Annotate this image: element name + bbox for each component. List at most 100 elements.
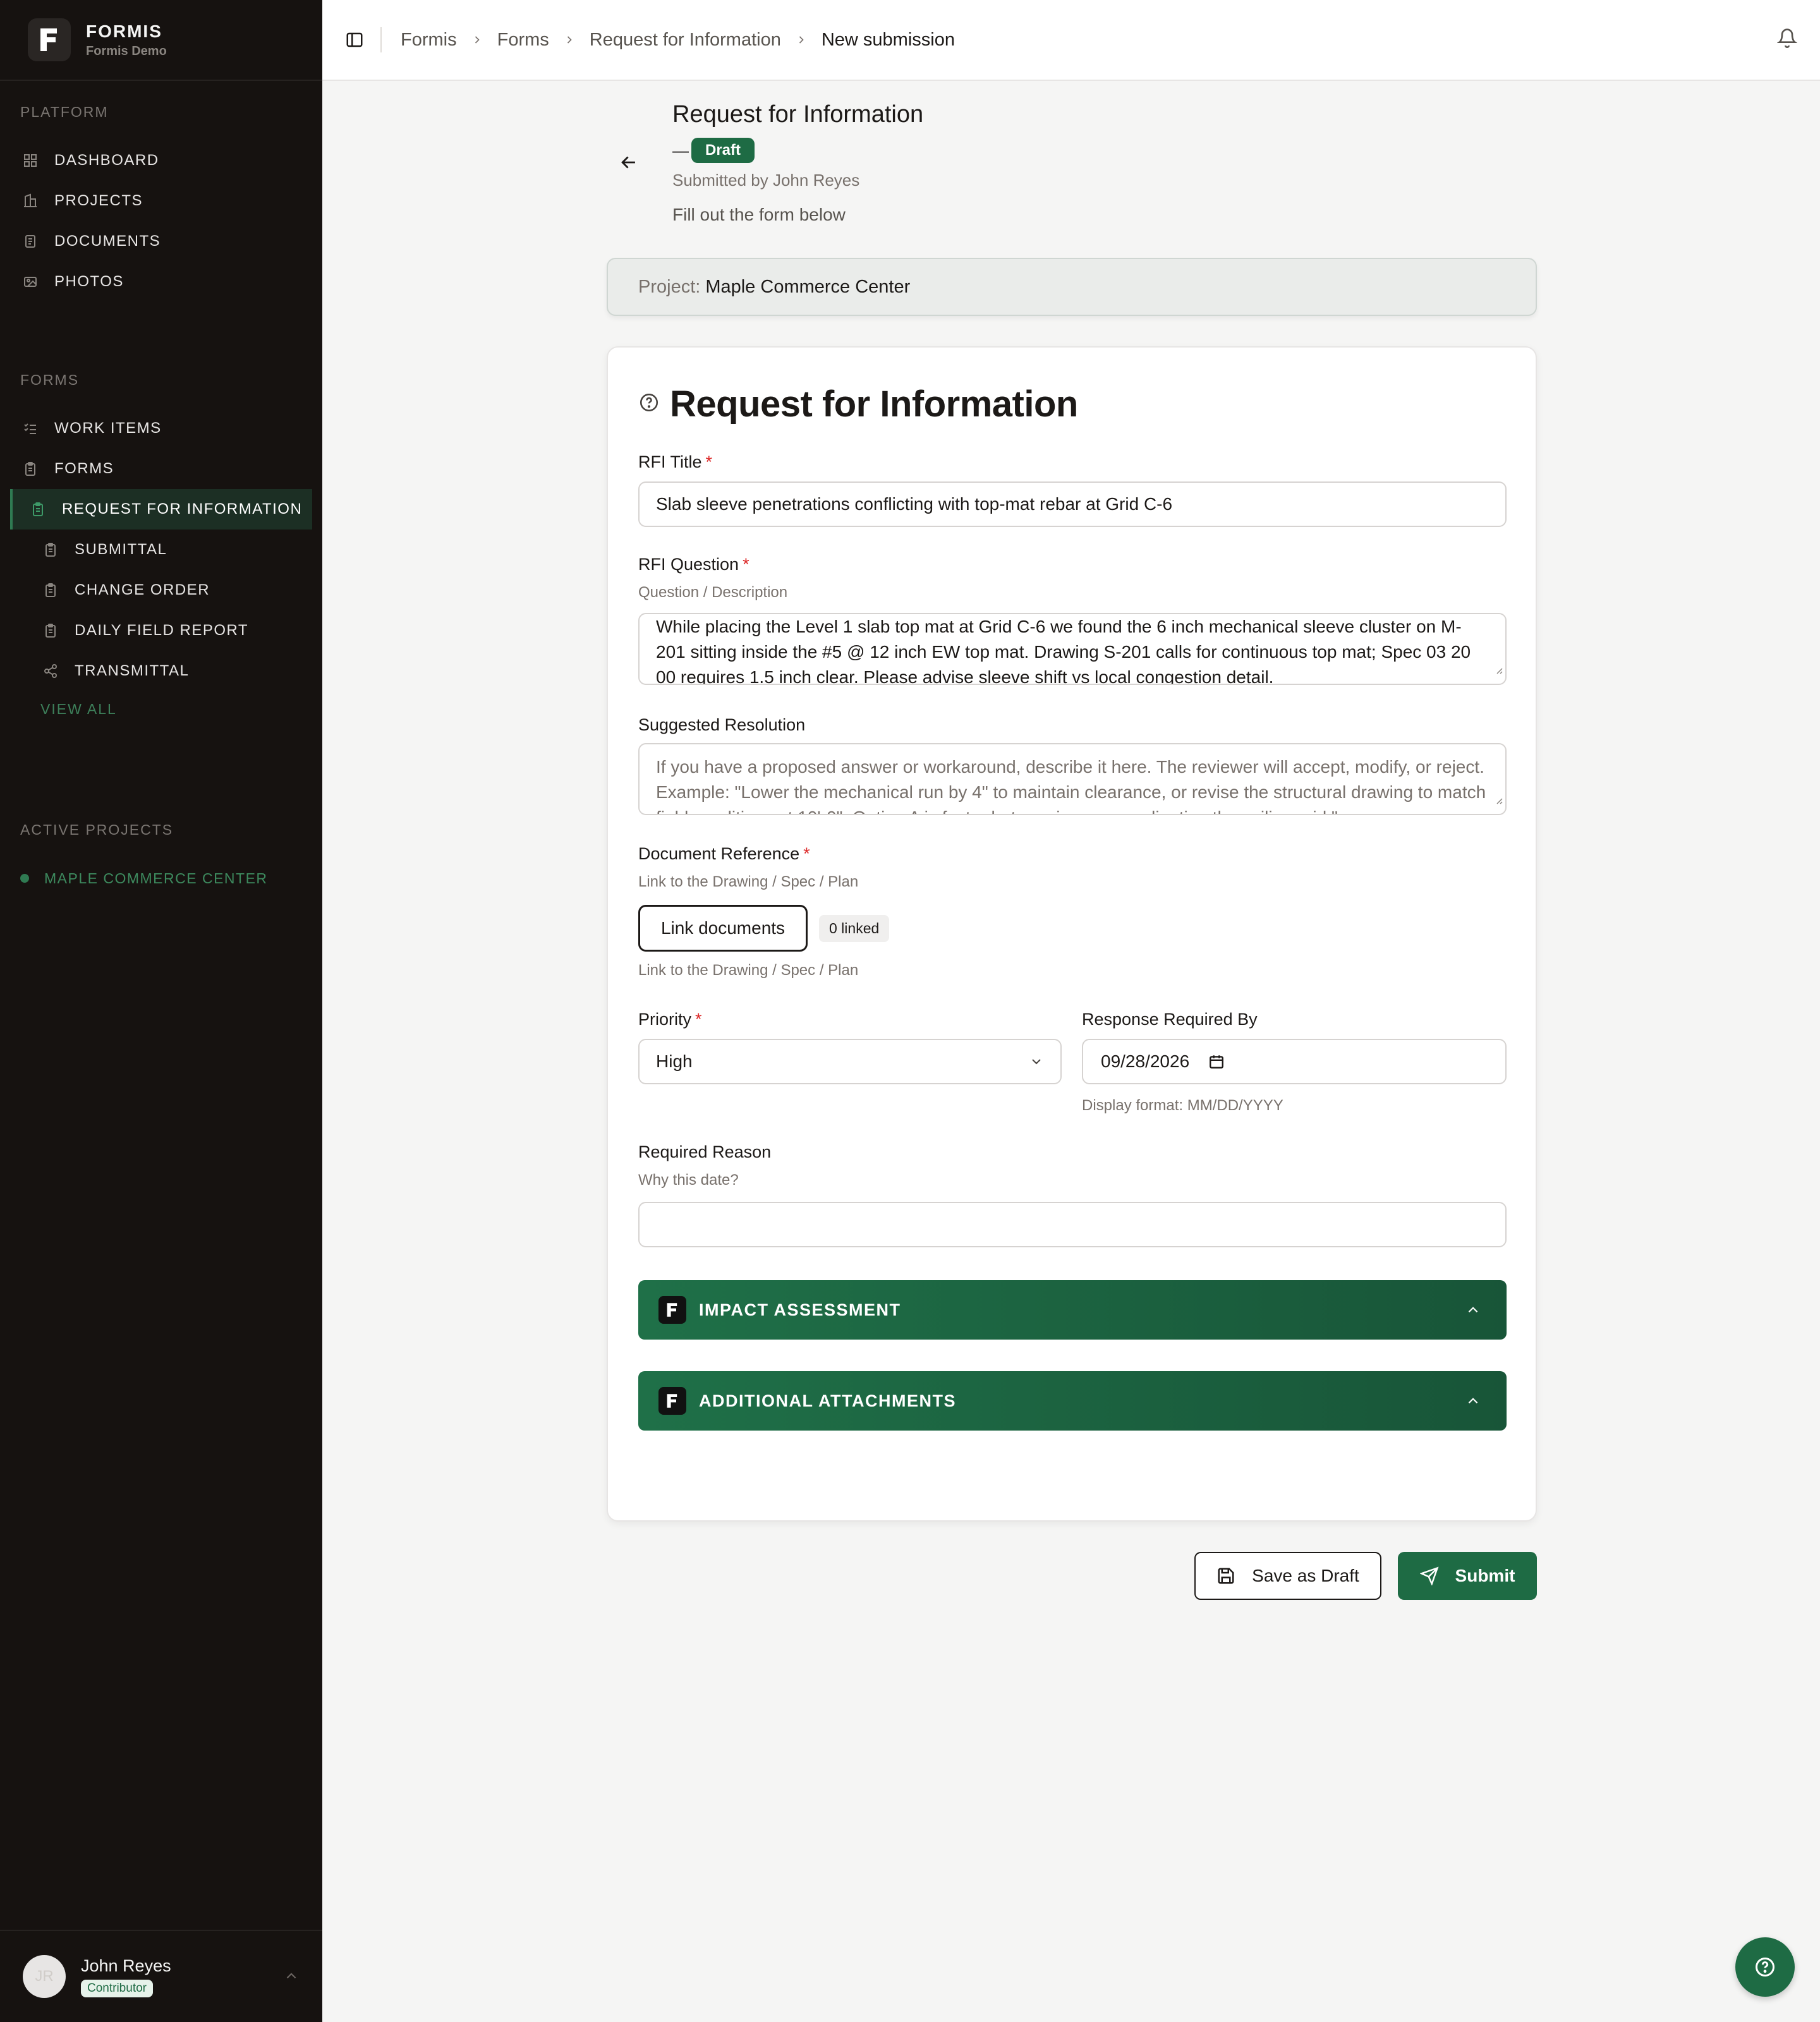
- clipboard-icon: [29, 500, 47, 518]
- rfi-question-textarea[interactable]: While placing the Level 1 slab top mat a…: [638, 613, 1507, 685]
- list-check-icon: [21, 420, 39, 437]
- suggested-resolution-textarea[interactable]: If you have a proposed answer or workaro…: [638, 743, 1507, 815]
- sidebar-item-work-items[interactable]: WORK ITEMS: [0, 408, 322, 449]
- document-reference-hint-below: Link to the Drawing / Spec / Plan: [638, 962, 859, 979]
- project-context-bar: Project: Maple Commerce Center: [607, 258, 1537, 316]
- breadcrumb-request-for-information[interactable]: Request for Information: [590, 30, 781, 51]
- sidebar-item-label: PHOTOS: [54, 273, 124, 290]
- form-header: Request for Information: [638, 383, 1078, 425]
- chevron-right-icon: [563, 33, 576, 46]
- photos-icon: [21, 273, 39, 291]
- sidebar-item-label: CHANGE ORDER: [75, 581, 210, 598]
- rfi-title-label: RFI Title *: [638, 452, 713, 471]
- rfi-question-hint: Question / Description: [638, 584, 788, 601]
- sidebar-toggle-icon[interactable]: [345, 30, 364, 49]
- impact-assessment-section[interactable]: IMPACT ASSESSMENT: [638, 1280, 1507, 1340]
- chevron-up-icon: [283, 1968, 300, 1987]
- sidebar-item-transmittal[interactable]: TRANSMITTAL: [0, 651, 322, 691]
- linked-count-badge: 0 linked: [819, 915, 890, 942]
- resize-grip-icon[interactable]: [1494, 656, 1503, 681]
- sidebar: FORMIS Formis Demo PLATFORM DASHBOARD PR…: [0, 0, 322, 2022]
- brand-name: FORMIS: [86, 21, 162, 41]
- rfi-question-label: RFI Question *: [638, 555, 749, 574]
- document-reference-hint: Link to the Drawing / Spec / Plan: [638, 873, 859, 890]
- question-circle-icon: [638, 392, 660, 416]
- document-reference-label: Document Reference *: [638, 844, 810, 863]
- formis-logo-icon: [658, 1387, 686, 1415]
- project-label: Project:: [638, 276, 701, 297]
- form-title: Request for Information: [670, 384, 1078, 425]
- user-role-badge: Contributor: [81, 1979, 153, 1997]
- sidebar-item-documents[interactable]: DOCUMENTS: [0, 221, 322, 262]
- breadcrumb-forms[interactable]: Forms: [497, 30, 549, 51]
- clipboard-icon: [42, 541, 59, 559]
- chevron-up-icon: [1465, 1393, 1481, 1412]
- user-menu[interactable]: JR John Reyes Contributor: [0, 1930, 322, 2022]
- brand[interactable]: FORMIS Formis Demo: [0, 0, 322, 81]
- sidebar-item-label: DAILY FIELD REPORT: [75, 622, 249, 639]
- additional-attachments-section[interactable]: ADDITIONAL ATTACHMENTS: [638, 1371, 1507, 1431]
- save-icon: [1216, 1566, 1235, 1585]
- question-circle-icon: [1754, 1956, 1776, 1978]
- required-reason-label: Required Reason: [638, 1142, 772, 1161]
- status-dash: —: [672, 140, 689, 160]
- sidebar-project-maple-commerce-center[interactable]: MAPLE COMMERCE CENTER: [0, 858, 322, 899]
- platform-section-label: PLATFORM: [20, 104, 109, 120]
- breadcrumb: Formis Forms Request for Information New…: [401, 30, 955, 51]
- sidebar-item-dashboard[interactable]: DASHBOARD: [0, 140, 322, 181]
- chevron-right-icon: [471, 33, 483, 46]
- response-required-by-input[interactable]: 09/28/2026: [1082, 1039, 1507, 1084]
- avatar: JR: [23, 1955, 66, 1998]
- breadcrumb-formis[interactable]: Formis: [401, 30, 457, 51]
- submit-button[interactable]: Submit: [1398, 1552, 1537, 1600]
- priority-value: High: [656, 1051, 693, 1071]
- priority-select[interactable]: High: [638, 1039, 1062, 1084]
- submitted-by: Submitted by John Reyes: [672, 171, 860, 190]
- section-title: IMPACT ASSESSMENT: [699, 1300, 901, 1319]
- sidebar-item-label: DASHBOARD: [54, 152, 159, 169]
- link-documents-button[interactable]: Link documents: [638, 905, 808, 952]
- sidebar-item-label: FORMS: [54, 460, 114, 477]
- share-icon: [42, 662, 59, 680]
- help-button[interactable]: [1735, 1937, 1795, 1997]
- required-reason-input[interactable]: [638, 1202, 1507, 1247]
- sidebar-item-request-for-information[interactable]: REQUEST FOR INFORMATION: [10, 489, 312, 530]
- date-format-hint: Display format: MM/DD/YYYY: [1082, 1097, 1283, 1114]
- resize-grip-icon[interactable]: [1494, 786, 1503, 811]
- view-all-link[interactable]: VIEW ALL: [0, 691, 322, 727]
- save-as-draft-button[interactable]: Save as Draft: [1194, 1552, 1381, 1600]
- sidebar-item-projects[interactable]: PROJECTS: [0, 181, 322, 221]
- chevron-up-icon: [1465, 1302, 1481, 1321]
- rfi-question-text: While placing the Level 1 slab top mat a…: [656, 617, 1471, 685]
- sidebar-item-label: TRANSMITTAL: [75, 662, 190, 679]
- project-status-dot: [20, 874, 29, 883]
- sidebar-item-label: SUBMITTAL: [75, 541, 167, 558]
- sidebar-item-change-order[interactable]: CHANGE ORDER: [0, 570, 322, 610]
- clipboard-icon: [42, 622, 59, 639]
- back-arrow-icon[interactable]: [618, 152, 640, 176]
- formis-logo-icon: [28, 18, 71, 61]
- bell-icon[interactable]: [1776, 28, 1798, 51]
- save-as-draft-label: Save as Draft: [1252, 1566, 1359, 1585]
- sidebar-item-photos[interactable]: PHOTOS: [0, 262, 322, 302]
- sidebar-item-submittal[interactable]: SUBMITTAL: [0, 530, 322, 570]
- formis-logo-icon: [658, 1296, 686, 1324]
- calendar-icon[interactable]: [1208, 1053, 1225, 1070]
- clipboard-icon: [42, 581, 59, 599]
- suggested-resolution-placeholder: If you have a proposed answer or workaro…: [656, 757, 1486, 814]
- workspace-name: Formis Demo: [86, 44, 167, 58]
- sidebar-item-forms[interactable]: FORMS: [0, 449, 322, 489]
- sidebar-item-label: DOCUMENTS: [54, 233, 161, 250]
- submit-label: Submit: [1455, 1566, 1515, 1585]
- rfi-title-input[interactable]: Slab sleeve penetrations conflicting wit…: [638, 481, 1507, 527]
- required-reason-hint: Why this date?: [638, 1171, 739, 1189]
- response-required-by-label: Response Required By: [1082, 1010, 1258, 1029]
- document-icon: [21, 233, 39, 250]
- chevron-down-icon: [1029, 1054, 1044, 1069]
- sidebar-item-daily-field-report[interactable]: DAILY FIELD REPORT: [0, 610, 322, 651]
- suggested-resolution-label: Suggested Resolution: [638, 715, 806, 734]
- status-badge: Draft: [691, 138, 755, 163]
- page-title: Request for Information: [672, 101, 924, 128]
- priority-label: Priority *: [638, 1010, 702, 1029]
- project-label: MAPLE COMMERCE CENTER: [44, 869, 268, 887]
